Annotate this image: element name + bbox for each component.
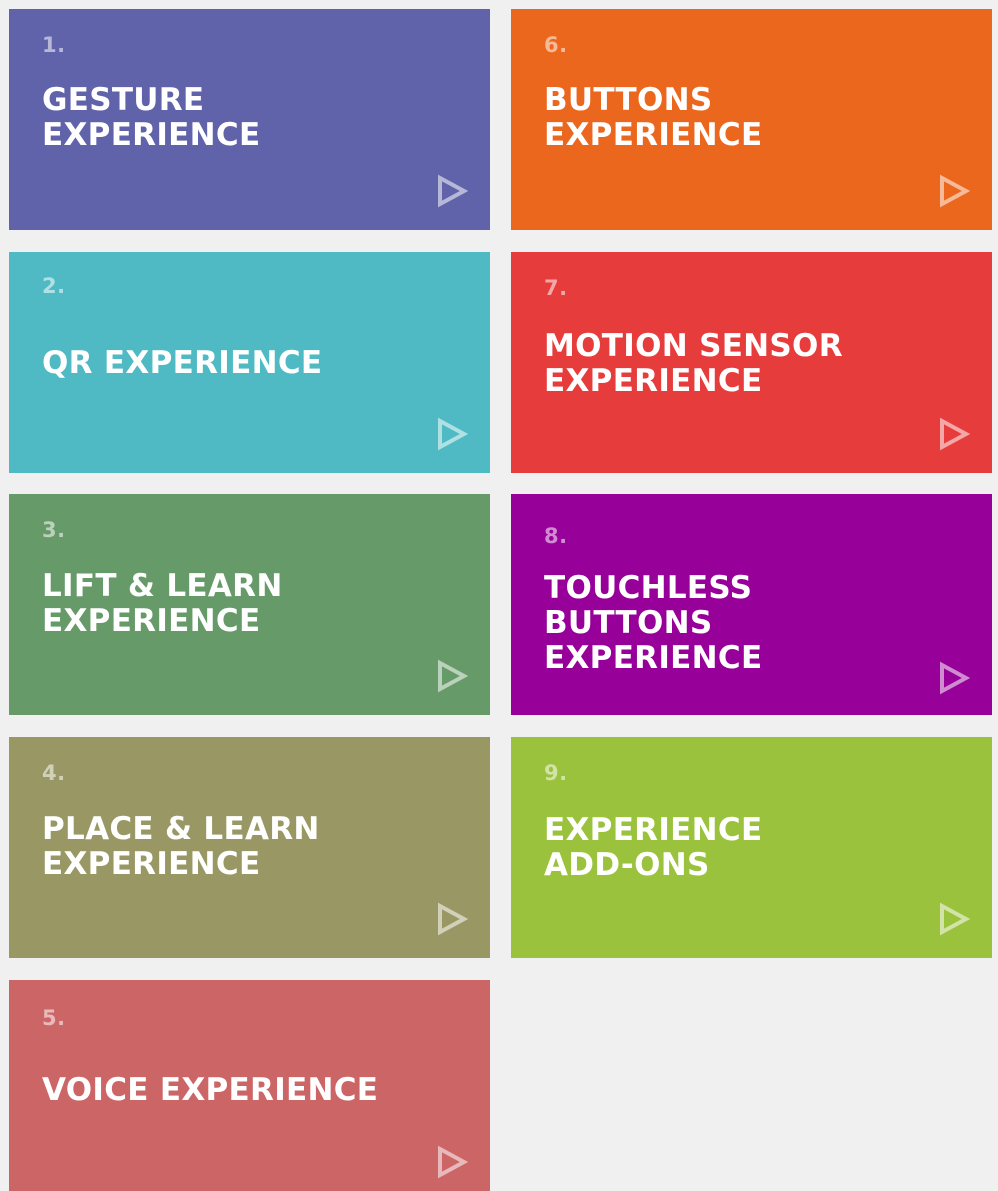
play-icon[interactable] [938,174,970,208]
tile-title-line: BUTTONS [544,605,713,641]
tile-gesture-experience[interactable]: 1. GESTURE EXPERIENCE [9,9,490,230]
tile-title: BUTTONS EXPERIENCE [544,83,974,153]
tile-title: LIFT & LEARN EXPERIENCE [42,569,472,639]
tile-number: 2. [42,274,66,298]
tile-title-line: LIFT & LEARN [42,568,283,604]
tile-title-line: VOICE EXPERIENCE [42,1072,379,1108]
tile-title-line: EXPERIENCE [544,117,763,153]
tile-number: 3. [42,518,66,542]
tile-experience-add-ons[interactable]: 9. EXPERIENCE ADD-ONS [511,737,992,958]
tile-title-line: BUTTONS [544,82,713,118]
tile-title: TOUCHLESS BUTTONS EXPERIENCE [544,571,974,676]
tile-place-learn-experience[interactable]: 4. PLACE & LEARN EXPERIENCE [9,737,490,958]
tile-number: 9. [544,761,568,785]
tile-title-line: TOUCHLESS [544,570,753,606]
tile-title-line: EXPERIENCE [544,640,763,676]
tile-title: VOICE EXPERIENCE [42,1073,472,1108]
tile-title-line: ADD-ONS [544,847,710,883]
tile-title-line: QR EXPERIENCE [42,345,323,381]
play-icon[interactable] [436,659,468,693]
tile-title-line: GESTURE [42,82,205,118]
tile-number: 5. [42,1006,66,1030]
tile-title-line: MOTION SENSOR [544,328,843,364]
tile-qr-experience[interactable]: 2. QR EXPERIENCE [9,252,490,473]
play-icon[interactable] [436,174,468,208]
tile-lift-learn-experience[interactable]: 3. LIFT & LEARN EXPERIENCE [9,494,490,715]
tile-title: PLACE & LEARN EXPERIENCE [42,812,472,882]
tile-touchless-buttons-experience[interactable]: 8. TOUCHLESS BUTTONS EXPERIENCE [511,494,992,715]
play-icon[interactable] [938,417,970,451]
tile-title-line: EXPERIENCE [544,812,763,848]
play-icon[interactable] [436,1145,468,1179]
tile-number: 6. [544,33,568,57]
tile-title-line: EXPERIENCE [42,846,261,882]
tile-number: 1. [42,33,66,57]
tile-title: GESTURE EXPERIENCE [42,83,472,153]
tile-motion-sensor-experience[interactable]: 7. MOTION SENSOR EXPERIENCE [511,252,992,473]
play-icon[interactable] [938,661,970,695]
play-icon[interactable] [436,417,468,451]
tile-voice-experience[interactable]: 5. VOICE EXPERIENCE [9,980,490,1191]
tile-title: EXPERIENCE ADD-ONS [544,813,974,883]
tile-number: 8. [544,524,568,548]
tile-title: QR EXPERIENCE [42,346,472,381]
play-icon[interactable] [938,902,970,936]
tile-number: 4. [42,761,66,785]
tile-title-line: EXPERIENCE [42,603,261,639]
tile-title-line: PLACE & LEARN [42,811,320,847]
tile-title-line: EXPERIENCE [42,117,261,153]
tile-title: MOTION SENSOR EXPERIENCE [544,329,974,399]
tile-title-line: EXPERIENCE [544,363,763,399]
tile-buttons-experience[interactable]: 6. BUTTONS EXPERIENCE [511,9,992,230]
tile-number: 7. [544,276,568,300]
play-icon[interactable] [436,902,468,936]
